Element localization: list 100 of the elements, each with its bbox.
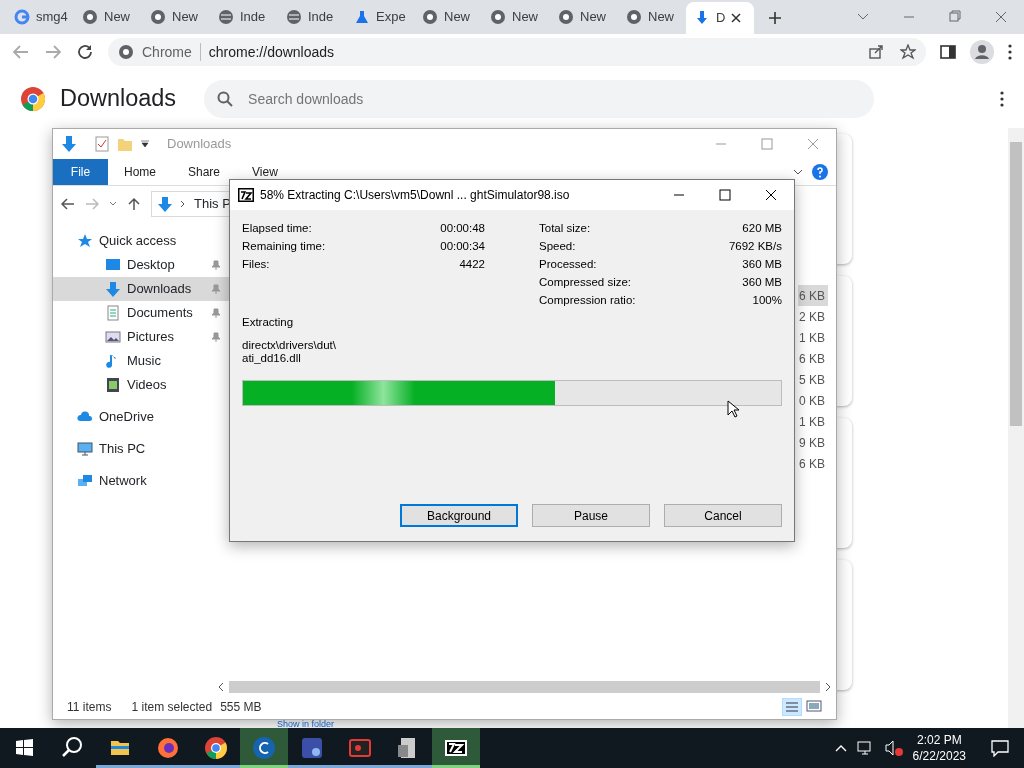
selection-size: 555 MB	[220, 699, 262, 716]
browser-tab[interactable]: New	[74, 2, 142, 32]
help-icon[interactable]	[812, 164, 828, 180]
pin-icon[interactable]	[211, 332, 221, 342]
chevron-down-icon[interactable]	[109, 199, 117, 208]
window-title: Downloads	[167, 135, 232, 154]
address-bar[interactable]: Chrome chrome://downloads	[108, 38, 926, 66]
taskbar-button[interactable]	[432, 728, 480, 768]
film-icon	[105, 377, 121, 393]
browser-tab[interactable]: smg4	[6, 2, 74, 32]
pin-icon[interactable]	[211, 260, 221, 270]
picture-icon	[105, 329, 121, 345]
browser-tab[interactable]: Inde	[278, 2, 346, 32]
tiles-view-icon[interactable]	[806, 698, 822, 714]
stat-label: Compression ratio:	[539, 293, 636, 309]
clock-time[interactable]: 2:02 PM	[912, 731, 966, 748]
browser-tab[interactable]: New	[142, 2, 210, 32]
globe-icon	[286, 9, 302, 25]
browser-tab[interactable]: New	[550, 2, 618, 32]
ribbon-tab[interactable]: File	[53, 159, 108, 185]
chevron-up-icon[interactable]	[834, 744, 847, 752]
chrome-icon	[203, 735, 229, 761]
stat-label: Files:	[242, 257, 270, 273]
browser-tab[interactable]: D	[686, 2, 754, 34]
chrome-logo-icon	[20, 86, 46, 112]
nav-item[interactable]: Music	[53, 349, 229, 373]
stat-value: 100%	[752, 293, 782, 309]
download-icon	[158, 195, 172, 212]
profile-icon[interactable]	[970, 40, 994, 64]
search-field[interactable]: Search downloads	[204, 80, 875, 118]
details-view-icon[interactable]	[782, 698, 802, 716]
pin-icon[interactable]	[211, 308, 221, 318]
side-panel-icon[interactable]	[940, 44, 956, 60]
stat-label: Compressed size:	[539, 275, 632, 291]
nav-item[interactable]: Quick access	[53, 229, 229, 253]
browser-tab[interactable]: New	[618, 2, 686, 32]
stat-value: 4422	[459, 257, 485, 273]
chrome-icon	[150, 9, 166, 25]
file-size-cell-text: 2 KB	[798, 308, 826, 326]
current-file-path: directx\drivers\dut\ ati_dd16.dll	[242, 339, 337, 366]
nav-item[interactable]: Desktop	[53, 253, 229, 277]
back-icon[interactable]	[61, 196, 75, 211]
url-text: chrome://downloads	[208, 42, 335, 62]
file-size-cell-text: 6 KB	[798, 455, 826, 473]
caret-icon[interactable]	[141, 140, 149, 148]
nav-item[interactable]: Videos	[53, 373, 229, 397]
notification-icon[interactable]	[990, 739, 1010, 757]
download-icon	[694, 10, 710, 26]
nav-item[interactable]: Network	[53, 469, 229, 493]
browser-tab[interactable]: Expe	[346, 2, 414, 32]
menu-icon[interactable]	[1000, 91, 1004, 107]
show-in-folder-link[interactable]: Show in folder	[277, 720, 335, 728]
properties-icon[interactable]	[95, 136, 109, 152]
nav-item[interactable]: Pictures	[53, 325, 229, 349]
scroll-left-icon[interactable]	[217, 682, 225, 692]
up-icon[interactable]	[127, 196, 141, 211]
nav-item[interactable]: OneDrive	[53, 405, 229, 429]
menu-icon[interactable]	[1008, 44, 1012, 60]
flask-icon	[354, 9, 370, 25]
nav-item[interactable]: Downloads	[53, 277, 229, 301]
document-icon	[105, 305, 121, 321]
scroll-right-icon[interactable]	[824, 682, 832, 692]
chrome-icon	[626, 9, 642, 25]
stat-value: 620 MB	[742, 221, 782, 237]
firefox-icon	[155, 735, 181, 761]
dialog-button[interactable]: Background	[400, 504, 518, 527]
status-label: Extracting	[242, 315, 295, 330]
stat-label: Total size:	[539, 221, 591, 237]
browser-tab[interactable]: New	[482, 2, 550, 32]
reload-icon[interactable]	[76, 43, 94, 61]
scrollbar-thumb[interactable]	[1010, 142, 1022, 426]
scrollbar-thumb[interactable]	[229, 681, 820, 693]
close-icon[interactable]	[731, 13, 742, 23]
computer-icon	[77, 441, 93, 457]
nav-item[interactable]: This PC	[53, 437, 229, 461]
browser-tab[interactable]: Inde	[210, 2, 278, 32]
share-icon[interactable]	[868, 44, 884, 60]
chrome-icon	[118, 44, 134, 60]
chrome-icon	[82, 9, 98, 25]
chevron-right-icon	[180, 199, 186, 208]
volume-muted-icon[interactable]	[884, 740, 903, 756]
selection-info: 1 item selected	[131, 699, 213, 716]
stat-value: 00:00:34	[440, 239, 485, 255]
file-size-cell-text: 0 KB	[798, 392, 826, 410]
star-icon[interactable]	[900, 44, 916, 60]
browser-tab[interactable]: New	[414, 2, 482, 32]
file-size-cell: 6 KB	[798, 285, 828, 306]
dialog-button[interactable]: Cancel	[664, 504, 782, 527]
chrome-icon	[490, 9, 506, 25]
stat-label: Processed:	[539, 257, 597, 273]
nav-item[interactable]: Documents	[53, 301, 229, 325]
new-tab-icon[interactable]	[768, 11, 782, 25]
stat-label: Speed:	[539, 239, 576, 255]
stat-value: 360 MB	[742, 275, 782, 291]
file-size-cell-text: 1 KB	[798, 329, 826, 347]
download-icon[interactable]	[61, 135, 77, 153]
star-icon	[77, 233, 93, 249]
dialog-button[interactable]: Pause	[532, 504, 650, 527]
clock-date[interactable]: 6/22/2023	[912, 748, 966, 765]
chrome-icon	[558, 9, 574, 25]
